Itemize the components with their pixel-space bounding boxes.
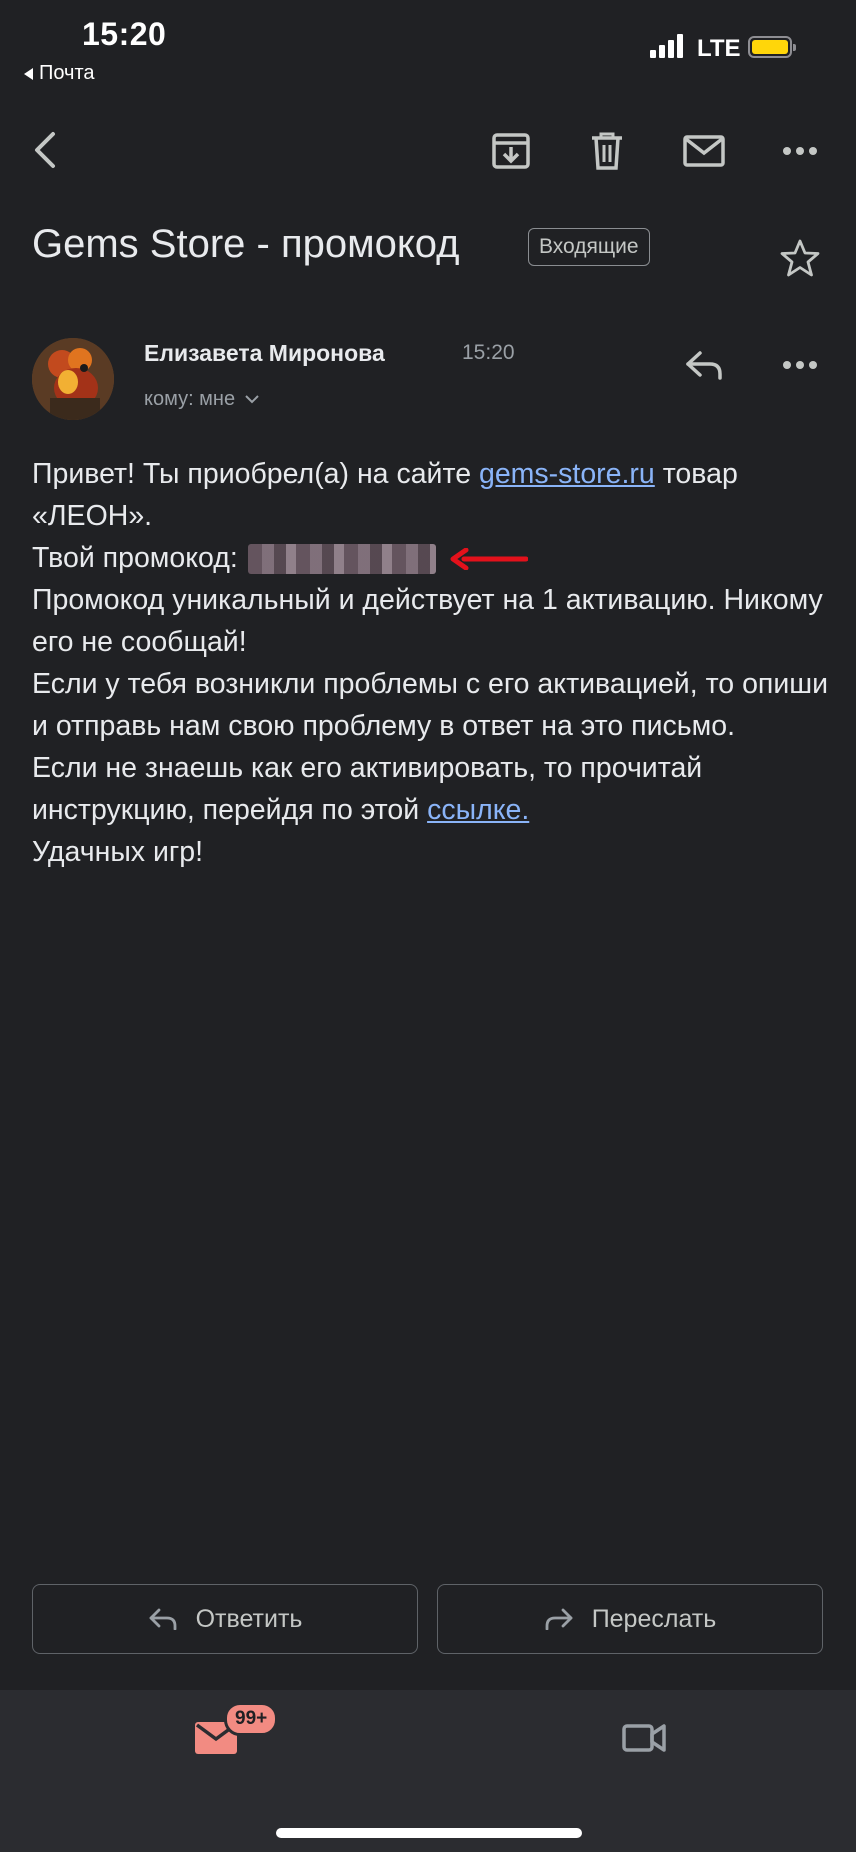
recipient-label: кому: мне <box>144 388 236 410</box>
trash-icon <box>592 132 622 170</box>
more-options-button[interactable] <box>776 127 824 175</box>
nav-meet-tab[interactable] <box>618 1712 670 1764</box>
back-to-app-link[interactable]: Почта <box>24 62 95 85</box>
delete-button[interactable] <box>583 127 631 175</box>
body-paragraph: Если не знаешь как его активировать, то … <box>32 747 832 831</box>
body-paragraph: Удачных игр! <box>32 836 204 868</box>
reply-icon <box>686 351 722 380</box>
star-button[interactable] <box>776 234 824 282</box>
status-bar: 15:20 Почта LTE <box>0 0 856 95</box>
red-arrow-icon <box>450 548 528 571</box>
email-subject: Gems Store - промокод <box>32 222 460 266</box>
message-more-button[interactable] <box>776 341 824 389</box>
archive-icon <box>492 133 530 169</box>
sender-name[interactable]: Елизавета Миронова <box>144 340 385 367</box>
greeting-text: Привет! Ты приобрел(а) на сайте <box>32 458 479 490</box>
battery-icon <box>748 36 796 58</box>
chevron-down-icon <box>245 395 259 404</box>
recipient-details-toggle[interactable]: кому: мне <box>144 388 259 411</box>
star-icon <box>780 239 820 277</box>
status-time: 15:20 <box>82 16 167 52</box>
email-body: Привет! Ты приобрел(а) на сайте gems-sto… <box>32 453 832 873</box>
video-camera-icon <box>622 1724 666 1752</box>
archive-button[interactable] <box>487 127 535 175</box>
email-time: 15:20 <box>462 341 515 364</box>
back-arrow-icon <box>35 132 55 168</box>
promo-line: Твой промокод: <box>32 537 832 579</box>
redacted-promo-code <box>247 544 436 575</box>
promo-label: Твой промокод: <box>32 542 238 574</box>
instruction-link[interactable]: ссылке. <box>427 794 529 826</box>
body-paragraph: Если у тебя возникли проблемы с его акти… <box>32 668 829 742</box>
instruction-text: Если не знаешь как его активировать, то … <box>32 752 703 826</box>
reply-icon-button[interactable] <box>680 341 728 389</box>
sender-avatar[interactable] <box>32 338 114 420</box>
inbox-label-chip[interactable]: Входящие <box>528 228 650 266</box>
reply-button[interactable]: Ответить <box>32 1584 418 1654</box>
forward-button[interactable]: Переслать <box>437 1584 823 1654</box>
cellular-signal-icon <box>650 34 683 58</box>
home-indicator[interactable] <box>276 1828 582 1838</box>
body-paragraph: Промокод уникальный и действует на 1 акт… <box>32 584 823 658</box>
back-triangle-icon <box>24 67 33 80</box>
more-horizontal-icon <box>783 361 817 369</box>
body-paragraph: Привет! Ты приобрел(а) на сайте gems-sto… <box>32 453 832 537</box>
back-button[interactable] <box>20 126 68 174</box>
mark-unread-button[interactable] <box>680 127 728 175</box>
network-type: LTE <box>697 35 741 62</box>
forward-icon <box>545 1608 573 1630</box>
reply-button-label: Ответить <box>195 1604 303 1633</box>
unread-count-badge: 99+ <box>224 1702 279 1736</box>
site-link[interactable]: gems-store.ru <box>479 458 655 490</box>
reply-icon <box>149 1608 176 1630</box>
mail-icon <box>683 135 725 167</box>
back-app-label: Почта <box>39 62 95 84</box>
forward-button-label: Переслать <box>591 1604 717 1633</box>
more-horizontal-icon <box>783 147 817 155</box>
